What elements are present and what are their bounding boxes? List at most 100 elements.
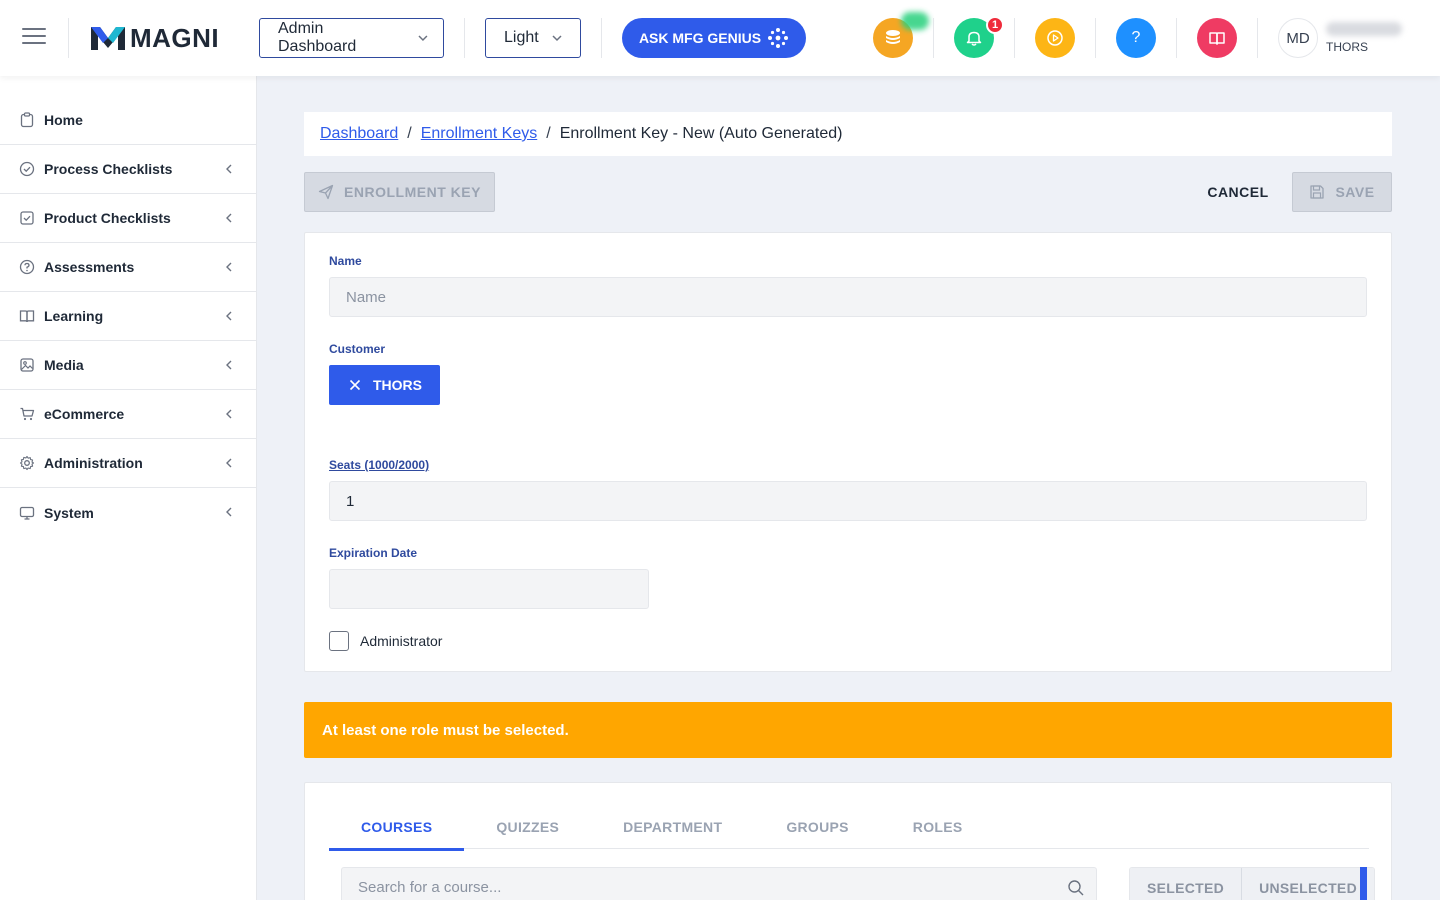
sidebar-item-label: Home [44, 112, 83, 128]
coins-icon [886, 30, 900, 44]
expiration-date-input[interactable] [329, 569, 649, 609]
image-icon [18, 356, 36, 374]
bell-icon [966, 31, 982, 46]
divider [1176, 18, 1177, 58]
help-button[interactable]: ? [1116, 18, 1156, 58]
sidebar-item-home[interactable]: Home [0, 96, 256, 145]
menu-icon[interactable] [22, 28, 46, 48]
send-icon [318, 184, 334, 200]
tab-groups[interactable]: GROUPS [754, 805, 880, 849]
theme-select[interactable]: Light [485, 18, 581, 58]
logo[interactable]: MAGNI [90, 22, 219, 54]
save-label: SAVE [1335, 184, 1375, 200]
sidebar-item-learning[interactable]: Learning [0, 292, 256, 341]
breadcrumb-separator: / [407, 125, 412, 142]
sidebar-item-label: Assessments [44, 259, 135, 275]
view-select[interactable]: Admin Dashboard [259, 18, 444, 58]
enrollment-key-button[interactable]: ENROLLMENT KEY [304, 172, 495, 212]
sidebar-item-label: Media [44, 357, 84, 373]
breadcrumb-current: Enrollment Key - New (Auto Generated) [559, 125, 843, 142]
filter-indicator [1360, 867, 1367, 900]
chevron-down-icon [552, 35, 562, 42]
alert-message: At least one role must be selected. [322, 721, 569, 739]
tab-department[interactable]: DEPARTMENT [591, 805, 754, 849]
user-org: THORS [1326, 40, 1368, 54]
sidebar-item-label: Process Checklists [44, 161, 173, 177]
sidebar-item-assessments[interactable]: Assessments [0, 243, 256, 292]
search-icon[interactable] [1067, 879, 1085, 897]
customer-chip[interactable]: THORS [329, 365, 440, 405]
divider [601, 18, 602, 58]
breadcrumb-link-enrollment-keys[interactable]: Enrollment Keys [421, 125, 538, 143]
ask-mfg-genius-button[interactable]: ASK MFG GENIUS [622, 18, 806, 58]
save-button[interactable]: SAVE [1292, 172, 1392, 212]
name-input[interactable] [329, 277, 1367, 317]
play-circle-icon [1047, 30, 1063, 46]
filter-selected-button[interactable]: SELECTED [1130, 868, 1242, 900]
sidebar-item-process-checklists[interactable]: Process Checklists [0, 145, 256, 194]
check-square-icon [18, 209, 36, 227]
breadcrumb-link-dashboard[interactable]: Dashboard [320, 125, 398, 143]
divider [1095, 18, 1096, 58]
question-icon: ? [1131, 29, 1141, 46]
tab-roles[interactable]: ROLES [881, 805, 995, 849]
divider [933, 18, 934, 58]
book-icon [1209, 32, 1225, 45]
logo-text: MAGNI [130, 22, 220, 53]
tab-bar: COURSES QUIZZES DEPARTMENT GROUPS ROLES [329, 805, 1369, 851]
notification-badge: 1 [986, 16, 1004, 34]
chevron-left-icon [226, 213, 232, 223]
check-circle-icon [18, 160, 36, 178]
question-circle-icon [18, 258, 36, 276]
notifications-button[interactable]: 1 [954, 16, 1004, 58]
selection-filter: SELECTED UNSELECTED [1129, 867, 1375, 900]
user-initials: MD [1286, 29, 1310, 47]
magni-logo-icon [91, 27, 125, 50]
gear-icon [18, 454, 36, 472]
sidebar-item-administration[interactable]: Administration [0, 439, 256, 488]
save-icon [1310, 185, 1325, 199]
sidebar-item-media[interactable]: Media [0, 341, 256, 390]
seats-label[interactable]: Seats (1000/2000) [329, 458, 429, 472]
sidebar-item-system[interactable]: System [0, 488, 256, 537]
seats-input[interactable] [329, 481, 1367, 521]
chevron-left-icon [226, 409, 232, 419]
user-avatar[interactable]: MD [1278, 18, 1318, 58]
close-icon[interactable] [349, 379, 361, 391]
customer-label: Customer [329, 342, 386, 356]
tab-courses[interactable]: COURSES [329, 805, 465, 851]
chevron-left-icon [226, 507, 232, 517]
coins-badge [901, 12, 929, 30]
sidebar-item-label: System [44, 504, 94, 521]
divider [1014, 18, 1015, 58]
media-button[interactable] [1035, 18, 1075, 58]
tab-quizzes[interactable]: QUIZZES [464, 805, 591, 849]
cart-icon [18, 405, 36, 423]
chevron-left-icon [226, 164, 232, 174]
chevron-left-icon [226, 262, 232, 272]
sidebar-item-label: Administration [44, 455, 143, 471]
chevron-left-icon [226, 311, 232, 321]
administrator-label: Administrator [360, 633, 443, 649]
filter-unselected-button[interactable]: UNSELECTED [1241, 868, 1374, 900]
book-open-icon [18, 307, 36, 325]
theme-select-value: Light [504, 29, 539, 46]
enrollment-key-label: ENROLLMENT KEY [344, 184, 481, 200]
user-name-blurred[interactable] [1326, 22, 1402, 36]
book-button[interactable] [1197, 18, 1237, 58]
coins-button[interactable] [873, 12, 929, 58]
view-select-value: Admin Dashboard [278, 20, 357, 55]
monitor-icon [18, 504, 36, 522]
name-label: Name [329, 254, 362, 268]
divider [68, 18, 69, 58]
sidebar-item-ecommerce[interactable]: eCommerce [0, 390, 256, 439]
sidebar-item-product-checklists[interactable]: Product Checklists [0, 194, 256, 243]
assignment-panel: COURSES QUIZZES DEPARTMENT GROUPS ROLES … [304, 782, 1392, 900]
warning-alert: At least one role must be selected. [304, 702, 1392, 758]
sidebar-item-label: Learning [44, 308, 104, 324]
course-search-input[interactable] [341, 867, 1097, 900]
cancel-button[interactable]: CANCEL [1196, 172, 1280, 212]
customer-chip-label: THORS [373, 377, 422, 393]
administrator-checkbox[interactable] [329, 631, 349, 651]
chevron-left-icon [226, 360, 232, 370]
